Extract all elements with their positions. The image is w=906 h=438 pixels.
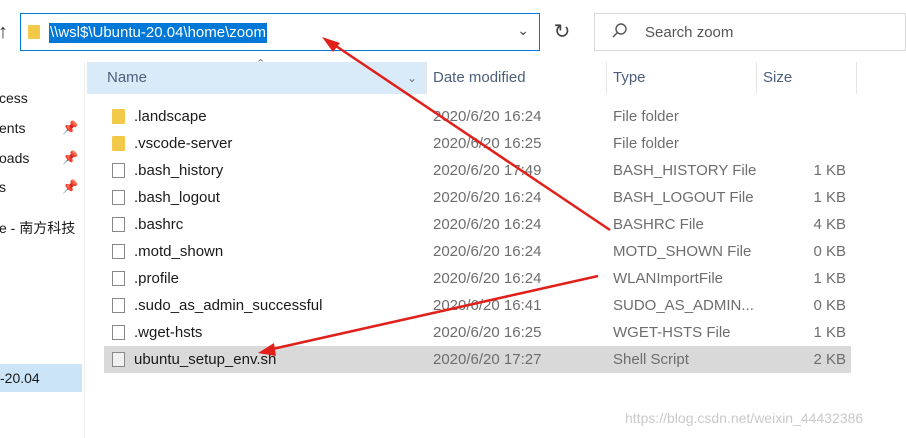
sidebar-item-ubuntu[interactable]: -20.04 [0,364,82,392]
sort-ascending-icon: ⌃ [256,58,266,70]
list-item[interactable]: .bash_history 2020/6/20 17:49 BASH_HISTO… [104,157,851,184]
sidebar-item-onedrive[interactable]: e - 南方科技 [0,216,75,240]
column-type[interactable]: Type [607,62,757,94]
list-item[interactable]: .landscape 2020/6/20 16:24 File folder [104,103,851,130]
chevron-down-icon[interactable]: ⌄ [407,62,417,94]
sidebar-item-pictures[interactable]: s [0,175,6,199]
address-path[interactable]: \\wsl$\Ubuntu-20.04\home\zoom [49,23,267,43]
folder-icon [112,136,125,151]
file-icon [112,244,125,259]
sidebar-item-documents[interactable]: ents [0,116,25,140]
search-icon [612,23,627,38]
script-icon [112,352,125,367]
toolbar: ↑ \\wsl$\Ubuntu-20.04\home\zoom ⌄ ↻ Sear… [0,0,906,62]
search-input[interactable]: Search zoom [645,24,733,41]
sidebar-item-quick-access[interactable]: cess [0,86,28,110]
list-item[interactable]: .sudo_as_admin_successful 2020/6/20 16:4… [104,292,851,319]
chevron-down-icon[interactable]: ⌄ [517,22,529,39]
list-item[interactable]: .wget-hsts 2020/6/20 16:25 WGET-HSTS Fil… [104,319,851,346]
file-icon [112,325,125,340]
file-icon [112,163,125,178]
column-header: ⌃ Name ⌄ Date modified Type Size [87,58,906,94]
list-item[interactable]: .profile 2020/6/20 16:24 WLANImportFile … [104,265,851,292]
up-arrow-icon[interactable]: ↑ [0,20,16,44]
column-size[interactable]: Size [757,62,857,94]
pin-icon: 📌 [62,120,79,135]
file-icon [112,271,125,286]
pin-icon: 📌 [62,179,79,194]
list-item[interactable]: .bash_logout 2020/6/20 16:24 BASH_LOGOUT… [104,184,851,211]
folder-icon [112,109,125,124]
sidebar-item-downloads[interactable]: oads [0,146,29,170]
refresh-icon[interactable]: ↻ [549,20,575,44]
address-bar[interactable]: \\wsl$\Ubuntu-20.04\home\zoom ⌄ [20,13,540,51]
column-date-modified[interactable]: Date modified [427,62,607,94]
folder-icon [28,25,40,39]
search-box[interactable]: Search zoom [594,13,906,51]
file-icon [112,298,125,313]
navigation-pane: cess ents 📌 oads 📌 s 📌 e - 南方科技 -20.04 [0,62,85,438]
list-item[interactable]: .bashrc 2020/6/20 16:24 BASHRC File 4 KB [104,211,851,238]
list-item[interactable]: .motd_shown 2020/6/20 16:24 MOTD_SHOWN F… [104,238,851,265]
column-name[interactable]: ⌃ Name ⌄ [87,58,427,94]
file-icon [112,217,125,232]
watermark: https://blog.csdn.net/weixin_44432386 [625,410,864,426]
list-item[interactable]: .vscode-server 2020/6/20 16:25 File fold… [104,130,851,157]
list-item-selected[interactable]: ubuntu_setup_env.sh 2020/6/20 17:27 Shel… [104,346,851,373]
file-icon [112,190,125,205]
pin-icon: 📌 [62,150,79,165]
